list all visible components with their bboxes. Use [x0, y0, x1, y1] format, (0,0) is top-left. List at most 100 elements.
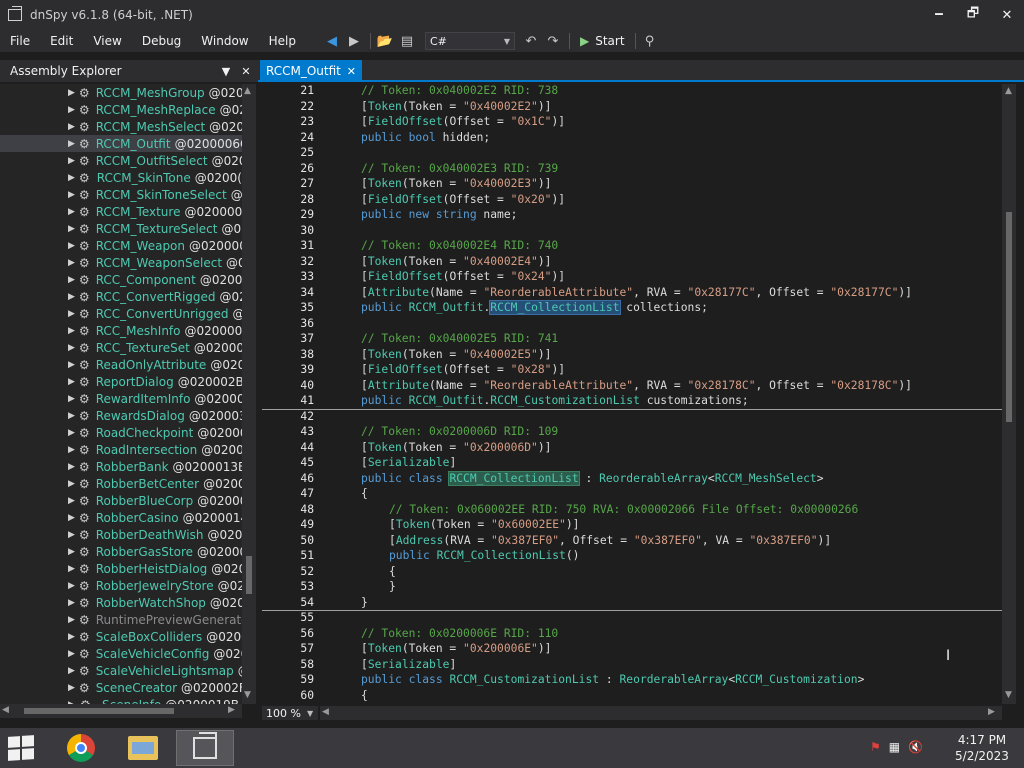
expand-arrow-icon[interactable]: ▶	[68, 615, 75, 625]
tree-item[interactable]: ▶⚙ ScaleBoxColliders@0200(	[0, 628, 242, 645]
expand-arrow-icon[interactable]: ▶	[68, 683, 75, 693]
editor-vertical-scrollbar[interactable]: ▲ ▼	[1002, 84, 1016, 704]
scroll-down-icon[interactable]: ▼	[1005, 690, 1012, 700]
expand-arrow-icon[interactable]: ▶	[68, 139, 75, 149]
zoom-level-dropdown[interactable]: 100 % ▼	[262, 706, 318, 720]
tree-item[interactable]: ▶⚙ RobberBetCenter@02000	[0, 475, 242, 492]
expand-arrow-icon[interactable]: ▶	[68, 173, 75, 183]
expand-arrow-icon[interactable]: ▶	[68, 581, 75, 591]
tree-item[interactable]: ▶⚙ RCCM_MeshReplace@02	[0, 101, 242, 118]
scroll-right-icon[interactable]: ▶	[228, 705, 235, 715]
expand-arrow-icon[interactable]: ▶	[68, 462, 75, 472]
network-icon[interactable]: ▦	[889, 740, 900, 754]
save-all-icon[interactable]: ▤	[397, 31, 417, 51]
tree-item[interactable]: ▶⚙ RobberBlueCorp@020001	[0, 492, 242, 509]
panel-close-icon[interactable]: ✕	[238, 65, 254, 78]
system-clock[interactable]: 4:17 PM 5/2/2023	[950, 732, 1014, 764]
tree-item[interactable]: ▶⚙ ReportDialog@020002BC	[0, 373, 242, 390]
close-button[interactable]: ✕	[990, 0, 1024, 30]
tree-item[interactable]: ▶⚙ RCC_TextureSet@020000	[0, 339, 242, 356]
menu-view[interactable]: View	[83, 34, 131, 48]
expand-arrow-icon[interactable]: ▶	[68, 632, 75, 642]
taskbar-chrome[interactable]	[52, 730, 110, 766]
expand-arrow-icon[interactable]: ▶	[68, 105, 75, 115]
expand-arrow-icon[interactable]: ▶	[68, 292, 75, 302]
tree-item[interactable]: ▶⚙ RCCM_TextureSelect@02	[0, 220, 242, 237]
expand-arrow-icon[interactable]: ▶	[68, 598, 75, 608]
tree-item[interactable]: ▶⚙ RewardsDialog@0200037	[0, 407, 242, 424]
tree-item[interactable]: ▶⚙ RobberHeistDialog@020	[0, 560, 242, 577]
start-debugging-button[interactable]: ▶ Start	[580, 34, 625, 48]
expand-arrow-icon[interactable]: ▶	[68, 530, 75, 540]
navigate-forward-icon[interactable]: ▶	[344, 31, 364, 51]
tree-item[interactable]: ▶⚙SceneInfo@0200019B	[0, 696, 242, 705]
undo-icon[interactable]: ↶	[521, 31, 541, 51]
expand-arrow-icon[interactable]: ▶	[68, 377, 75, 387]
tree-item[interactable]: ▶⚙ RobberGasStore @020001	[0, 543, 242, 560]
tree-item[interactable]: ▶⚙ RobberJewelryStore@020	[0, 577, 242, 594]
tree-vertical-scrollbar[interactable]: ▲ ▼	[242, 84, 256, 704]
menu-file[interactable]: File	[0, 34, 40, 48]
tree-item[interactable]: ▶⚙ RCCM_SkinToneSelect@(	[0, 186, 242, 203]
tree-horizontal-scrollbar[interactable]: ◀ ▶	[0, 704, 242, 718]
scroll-left-icon[interactable]: ◀	[2, 705, 9, 715]
expand-arrow-icon[interactable]: ▶	[68, 343, 75, 353]
editor-horizontal-scrollbar[interactable]: ◀ ▶	[320, 706, 1002, 720]
tree-item[interactable]: ▶⚙ ScaleVehicleConfig@020(	[0, 645, 242, 662]
tree-scroll-thumb[interactable]	[246, 556, 252, 594]
panel-options-icon[interactable]: ▼	[218, 65, 234, 78]
scroll-up-icon[interactable]: ▲	[1005, 86, 1012, 96]
tree-item[interactable]: ▶⚙ RCCM_Weapon@0200007	[0, 237, 242, 254]
expand-arrow-icon[interactable]: ▶	[68, 190, 75, 200]
open-folder-icon[interactable]: 📂	[375, 31, 395, 51]
expand-arrow-icon[interactable]: ▶	[68, 275, 75, 285]
speaker-muted-icon[interactable]: 🔇	[908, 740, 923, 754]
tree-item[interactable]: ▶⚙ RCC_Component@02000	[0, 271, 242, 288]
menu-help[interactable]: Help	[259, 34, 306, 48]
tree-item[interactable]: ▶⚙ScaleVehicleLightsmap@	[0, 662, 242, 679]
scroll-up-icon[interactable]: ▲	[244, 86, 251, 96]
tree-item[interactable]: ▶⚙ RobberCasino@0200014F	[0, 509, 242, 526]
tree-item[interactable]: ▶⚙ RCCM_MeshGroup@0200	[0, 84, 242, 101]
taskbar-file-explorer[interactable]	[114, 730, 172, 766]
code-editor[interactable]: 21// Token: 0x040002E2 RID: 738 22 [Token(…	[262, 84, 1002, 704]
maximize-button[interactable]: 🗗	[956, 0, 990, 30]
language-dropdown[interactable]: C# ▼	[424, 32, 515, 50]
tree-item[interactable]: ▶⚙ ReadOnlyAttribute@02000	[0, 356, 242, 373]
tree-hscroll-thumb[interactable]	[24, 708, 174, 714]
tree-item[interactable]: ▶⚙ RCCM_MeshSelect@0200	[0, 118, 242, 135]
menu-window[interactable]: Window	[191, 34, 258, 48]
expand-arrow-icon[interactable]: ▶	[68, 309, 75, 319]
scroll-left-icon[interactable]: ◀	[322, 707, 329, 717]
expand-arrow-icon[interactable]: ▶	[68, 258, 75, 268]
taskbar-dnspy[interactable]	[176, 730, 234, 766]
tree-item[interactable]: ▶⚙ RobberWatchShop@020(	[0, 594, 242, 611]
expand-arrow-icon[interactable]: ▶	[68, 88, 75, 98]
menu-debug[interactable]: Debug	[132, 34, 191, 48]
expand-arrow-icon[interactable]: ▶	[68, 241, 75, 251]
tree-item[interactable]: ▶ ⚙ RCCM_WeaponSelect @0	[0, 254, 242, 271]
action-center-flag-icon[interactable]: ⚑	[870, 740, 881, 754]
expand-arrow-icon[interactable]: ▶	[68, 649, 75, 659]
expand-arrow-icon[interactable]: ▶	[68, 666, 75, 676]
tree-item[interactable]: ▶⚙ RoadCheckpoint@02000	[0, 424, 242, 441]
tab-rccm-outfit[interactable]: RCCM_Outfit ✕	[260, 60, 362, 82]
tree-item[interactable]: ▶⚙ RCCM_OutfitSelect@020	[0, 152, 242, 169]
tree-item[interactable]: ▶⚙ RCC_ConvertRigged@02(	[0, 288, 242, 305]
windows-start-icon[interactable]	[8, 735, 34, 761]
expand-arrow-icon[interactable]: ▶	[68, 122, 75, 132]
redo-icon[interactable]: ↷	[543, 31, 563, 51]
tree-item[interactable]: ▶⚙ SceneCreator@020002F6	[0, 679, 242, 696]
scroll-down-icon[interactable]: ▼	[244, 690, 251, 700]
expand-arrow-icon[interactable]: ▶	[68, 326, 75, 336]
scroll-right-icon[interactable]: ▶	[988, 707, 995, 717]
expand-arrow-icon[interactable]: ▶	[68, 428, 75, 438]
tree-item[interactable]: ▶⚙ RCC_ConvertUnrigged @0	[0, 305, 242, 322]
assembly-tree[interactable]: ▶⚙RCCM_MeshGroup@0200▶⚙RCCM_MeshReplace@…	[0, 84, 242, 704]
expand-arrow-icon[interactable]: ▶	[68, 564, 75, 574]
tree-item[interactable]: ▶⚙ RCCM_Texture@0200007(	[0, 203, 242, 220]
tab-close-icon[interactable]: ✕	[347, 65, 356, 78]
tree-item[interactable]: ▶⚙ RobberDeathWish@0200(	[0, 526, 242, 543]
navigate-back-icon[interactable]: ◀	[322, 31, 342, 51]
expand-arrow-icon[interactable]: ▶	[68, 445, 75, 455]
